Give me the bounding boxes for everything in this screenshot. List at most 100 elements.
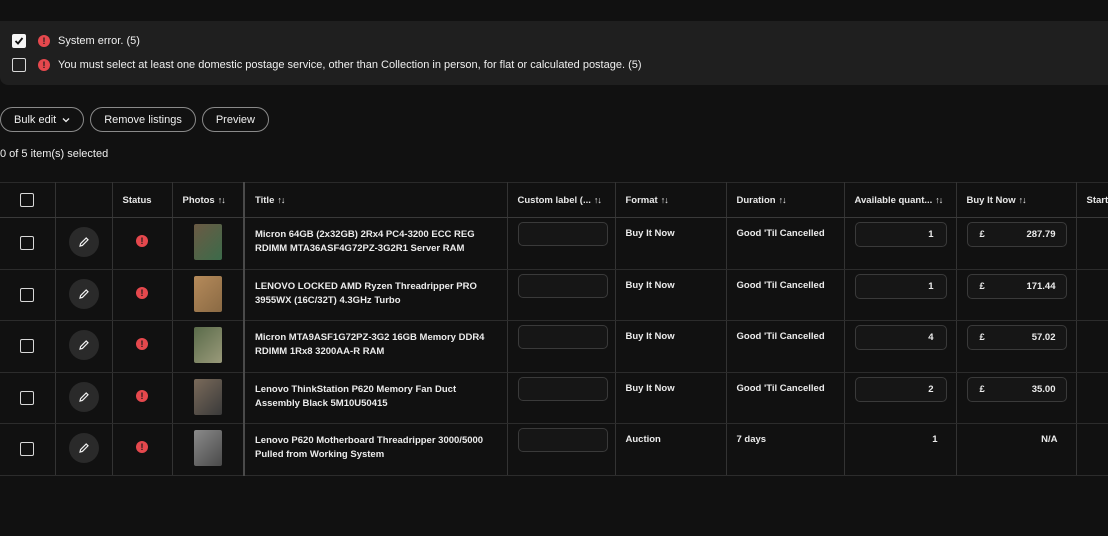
sort-icon: ↑↓ <box>1018 194 1027 205</box>
quantity-cell: 2 <box>844 372 957 425</box>
quantity-value: 1 <box>932 434 938 446</box>
price-value: 35.00 <box>1031 383 1056 395</box>
title-header[interactable]: Title ↑↓ <box>244 182 508 218</box>
table-row: ! Micron MTA9ASF1G72PZ-3G2 16GB Memory D… <box>0 320 1108 373</box>
row-checkbox[interactable] <box>20 442 35 457</box>
row-checkbox[interactable] <box>20 339 35 354</box>
custom-label-header-label: Custom label (... <box>517 194 591 206</box>
duration-header-label: Duration <box>736 194 776 206</box>
buy-it-now-header[interactable]: Buy It Now ↑↓ <box>956 182 1077 218</box>
photos-header-label: Photos <box>182 194 215 206</box>
sort-icon: ↑↓ <box>277 194 285 205</box>
duration-value: Good 'Til Cancelled <box>736 331 825 343</box>
custom-label-cell <box>507 269 616 322</box>
select-all-checkbox[interactable] <box>20 193 35 207</box>
quantity-input[interactable]: 2 <box>854 376 947 402</box>
duration-header[interactable]: Duration ↑↓ <box>726 182 845 218</box>
listing-photo[interactable] <box>193 378 222 415</box>
bulk-edit-button[interactable]: Bulk edit <box>0 107 85 132</box>
error-checkbox[interactable] <box>12 34 26 48</box>
edit-cell <box>55 269 113 322</box>
title-header-label: Title <box>255 194 275 206</box>
title-cell: LENOVO LOCKED AMD Ryzen Threadripper PRO… <box>244 269 508 322</box>
listing-title[interactable]: Micron MTA9ASF1G72PZ-3G2 16GB Memory DDR… <box>255 331 497 359</box>
format-cell: Auction <box>615 423 727 476</box>
edit-button[interactable] <box>68 278 99 309</box>
quantity-input[interactable]: 4 <box>854 325 947 351</box>
quantity-input[interactable]: 1 <box>854 273 947 299</box>
status-cell: ! <box>112 320 173 373</box>
sort-icon: ↑↓ <box>593 194 602 205</box>
buy-it-now-header-label: Buy It Now <box>966 194 1016 206</box>
edit-button[interactable] <box>68 381 99 412</box>
price-input[interactable]: £287.79 <box>966 222 1067 247</box>
row-checkbox[interactable] <box>20 236 35 250</box>
edit-button[interactable] <box>68 433 99 464</box>
listing-photo[interactable] <box>193 430 222 467</box>
status-cell: ! <box>112 423 173 476</box>
quantity-cell: 1 <box>844 269 957 322</box>
error-status-icon: ! <box>136 286 148 299</box>
custom-label-cell <box>507 423 616 476</box>
price-input[interactable]: £57.02 <box>966 325 1067 351</box>
price-input[interactable]: £171.44 <box>966 273 1067 299</box>
pencil-icon <box>78 288 89 299</box>
available-qty-header-label: Available quant... <box>854 194 933 206</box>
custom-label-input[interactable] <box>517 222 608 246</box>
duration-value: Good 'Til Cancelled <box>736 382 825 394</box>
duration-cell: Good 'Til Cancelled <box>726 217 845 270</box>
edit-cell <box>55 217 113 270</box>
duration-value: Good 'Til Cancelled <box>736 228 825 239</box>
listing-title[interactable]: Micron 64GB (2x32GB) 2Rx4 PC4-3200 ECC R… <box>255 228 497 256</box>
listing-title[interactable]: LENOVO LOCKED AMD Ryzen Threadripper PRO… <box>255 280 497 308</box>
table-row: ! LENOVO LOCKED AMD Ryzen Threadripper P… <box>0 269 1108 322</box>
price-input[interactable]: £35.00 <box>966 376 1067 402</box>
pencil-icon <box>78 237 89 247</box>
select-cell <box>0 320 56 373</box>
listing-photo[interactable] <box>193 327 222 364</box>
format-value: Auction <box>625 434 661 446</box>
edit-button[interactable] <box>68 227 99 257</box>
status-cell: ! <box>112 372 173 425</box>
quantity-input[interactable]: 1 <box>854 222 947 247</box>
select-all-cell <box>0 182 56 218</box>
price-cell: £57.02 <box>956 320 1077 373</box>
row-checkbox[interactable] <box>20 287 35 302</box>
bulk-edit-label: Bulk edit <box>14 113 57 126</box>
row-checkbox[interactable] <box>20 390 35 405</box>
select-cell <box>0 372 56 425</box>
photos-header[interactable]: Photos ↑↓ <box>172 182 245 218</box>
listing-title[interactable]: Lenovo P620 Motherboard Threadripper 300… <box>255 434 497 462</box>
error-status-icon: ! <box>136 441 148 454</box>
edit-button[interactable] <box>68 330 99 361</box>
error-checkbox[interactable] <box>12 58 26 72</box>
custom-label-input[interactable] <box>517 273 608 298</box>
error-banner: ! System error. (5) ! You must select at… <box>0 21 1108 85</box>
format-header[interactable]: Format ↑↓ <box>615 182 727 218</box>
edit-cell <box>55 320 113 373</box>
status-cell: ! <box>112 269 173 322</box>
quantity-cell: 4 <box>844 320 957 373</box>
listing-photo[interactable] <box>193 275 222 312</box>
custom-label-cell <box>507 372 616 425</box>
edit-header <box>55 182 113 218</box>
sort-icon: ↑↓ <box>778 194 787 205</box>
preview-button[interactable]: Preview <box>201 107 269 132</box>
custom-label-input[interactable] <box>517 376 608 401</box>
custom-label-input[interactable] <box>517 325 608 350</box>
remove-listings-button[interactable]: Remove listings <box>90 107 196 132</box>
selection-count: 0 of 5 item(s) selected <box>0 148 109 160</box>
custom-label-cell <box>507 320 616 373</box>
listing-photo[interactable] <box>193 224 222 260</box>
format-value: Buy It Now <box>625 331 675 343</box>
error-row: ! You must select at least one domestic … <box>12 57 642 73</box>
duration-value: 7 days <box>736 434 767 446</box>
listing-title[interactable]: Lenovo ThinkStation P620 Memory Fan Duct… <box>255 383 497 411</box>
custom-label-header[interactable]: Custom label (... ↑↓ <box>507 182 616 218</box>
error-row: ! System error. (5) <box>12 33 140 49</box>
custom-label-input[interactable] <box>517 428 608 453</box>
available-qty-header[interactable]: Available quant... ↑↓ <box>844 182 957 218</box>
status-cell: ! <box>112 217 173 270</box>
start-header[interactable]: Start <box>1076 182 1108 218</box>
quantity-cell: 1 <box>844 423 957 476</box>
